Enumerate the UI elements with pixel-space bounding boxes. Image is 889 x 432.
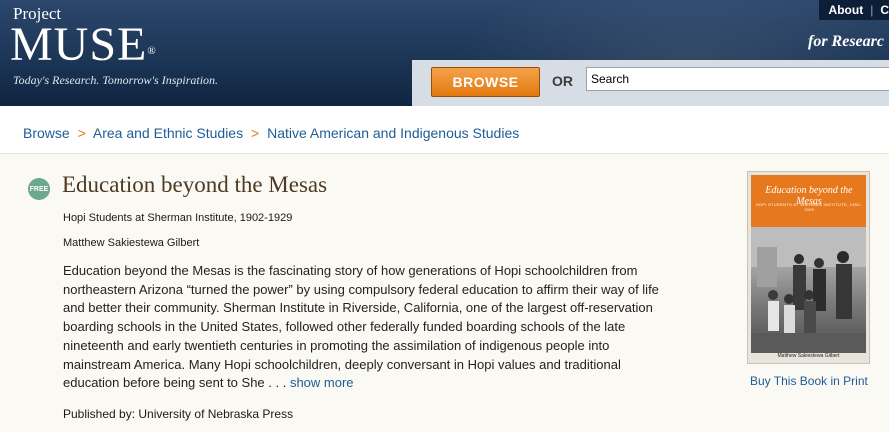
breadcrumb-area-ethnic[interactable]: Area and Ethnic Studies [93, 125, 243, 141]
book-cover-image[interactable]: Education beyond the Mesas HOPI STUDENTS… [747, 171, 870, 364]
top-link-about[interactable]: About [829, 3, 864, 17]
site-header: Project MUSE® Today's Research. Tomorrow… [0, 0, 889, 106]
book-title: Education beyond the Mesas [62, 172, 328, 197]
top-link-contact[interactable]: C [880, 3, 889, 17]
description-text: Education beyond the Mesas is the fascin… [63, 263, 659, 391]
logo-tagline: Today's Research. Tomorrow's Inspiration… [13, 73, 219, 87]
logo-registered-mark: ® [147, 45, 157, 57]
breadcrumb-trail: Browse > Area and Ethnic Studies > Nativ… [23, 125, 519, 141]
book-subtitle: Hopi Students at Sherman Institute, 1902… [63, 212, 293, 224]
cover-author: Matthew Sakiestewa Gilbert [777, 353, 840, 359]
book-author[interactable]: Matthew Sakiestewa Gilbert [63, 237, 199, 249]
publisher-info: Published by: University of Nebraska Pre… [63, 407, 294, 421]
research-banner-text: for Researc [808, 33, 884, 50]
breadcrumb: Browse > Area and Ethnic Studies > Nativ… [0, 106, 889, 154]
book-description: Education beyond the Mesas is the fascin… [63, 262, 663, 393]
top-link-separator: | [870, 3, 874, 17]
show-more-link[interactable]: show more [290, 375, 354, 390]
logo-muse-word: MUSE [10, 18, 148, 71]
buy-in-print-link[interactable]: Buy This Book in Print [750, 374, 868, 388]
or-label: OR [552, 73, 573, 89]
search-input[interactable] [586, 67, 889, 91]
breadcrumb-browse[interactable]: Browse [23, 125, 70, 141]
breadcrumb-separator: > [251, 125, 260, 141]
cover-photo [751, 227, 866, 353]
top-links: About | C [818, 0, 889, 20]
logo-muse-text[interactable]: MUSE® [10, 17, 157, 73]
browse-button[interactable]: BROWSE [431, 67, 540, 97]
free-badge-icon: FREE [28, 178, 50, 200]
breadcrumb-native-american[interactable]: Native American and Indigenous Studies [267, 125, 519, 141]
cover-subtitle: HOPI STUDENTS AT SHERMAN INSTITUTE, 1902… [755, 202, 863, 212]
breadcrumb-separator: > [77, 125, 86, 141]
cover-photo-figures [751, 227, 866, 353]
